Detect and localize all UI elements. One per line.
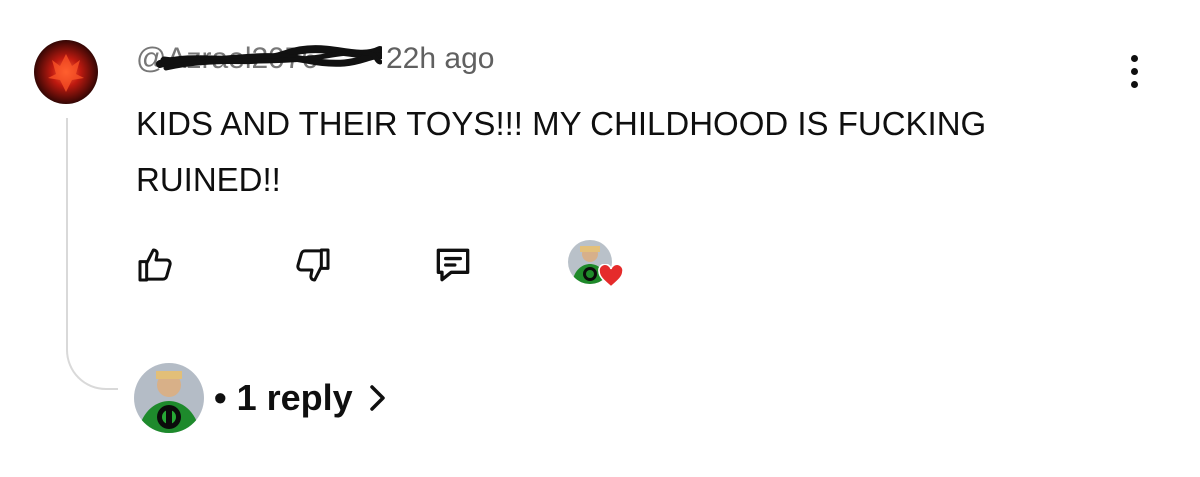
chevron-right-icon	[369, 385, 385, 411]
thread-line	[66, 118, 118, 390]
comment-body: KIDS AND THEIR TOYS!!! MY CHILDHOOD IS F…	[136, 105, 987, 198]
more-vert-dot	[1130, 80, 1138, 88]
creator-heart	[568, 240, 628, 292]
more-vert-icon	[1130, 54, 1138, 62]
redaction-scribble	[156, 45, 382, 71]
reply-author-avatar	[134, 363, 204, 433]
reply-count: • 1 reply	[214, 377, 353, 418]
thumbs-down-icon	[296, 248, 330, 282]
more-vert-dot	[1130, 67, 1138, 75]
dislike-button[interactable]	[288, 240, 338, 290]
view-replies-button[interactable]: • 1 reply	[134, 362, 389, 434]
comment-timestamp: 22h ago	[386, 42, 495, 75]
more-options-button[interactable]	[1114, 48, 1154, 94]
heart-icon	[598, 264, 624, 288]
thumbs-up-icon	[138, 248, 172, 282]
like-button[interactable]	[130, 240, 180, 290]
comment-icon	[436, 248, 470, 282]
author-handle[interactable]: @Azrael2076	[136, 42, 382, 76]
reply-button[interactable]	[428, 240, 478, 290]
comment-meta: @Azrael2076 22h ago	[136, 42, 494, 76]
commenter-avatar[interactable]	[34, 40, 98, 104]
